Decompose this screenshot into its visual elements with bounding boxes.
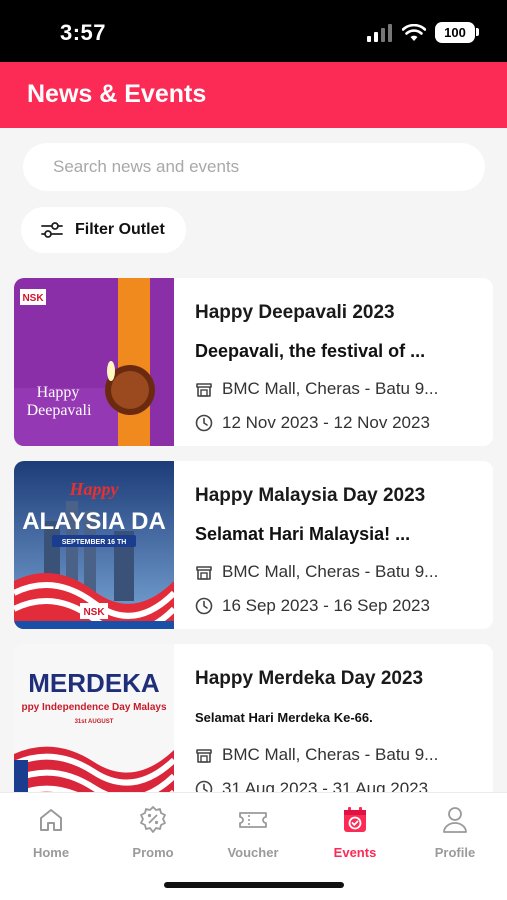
event-title: Happy Malaysia Day 2023 — [195, 485, 426, 506]
event-location-text: BMC Mall, Cheras - Batu 9... — [222, 562, 439, 581]
profile-icon — [443, 807, 467, 833]
clock-icon — [195, 780, 213, 792]
tab-home-label: Home — [32, 845, 70, 860]
event-dates-text: 31 Aug 2023 - 31 Aug 2023 — [222, 779, 429, 792]
tab-events-label: Events — [333, 845, 377, 860]
tab-profile-label: Profile — [434, 845, 476, 860]
status-icons: 100 — [367, 22, 479, 43]
status-time: 3:57 — [60, 20, 107, 45]
filter-outlet-button[interactable]: Filter Outlet — [21, 207, 186, 253]
thumb-brand: NSK — [22, 293, 44, 304]
clock-icon — [195, 597, 213, 615]
tab-profile[interactable]: Profile — [410, 803, 500, 860]
home-indicator[interactable] — [164, 882, 344, 888]
clock-icon — [195, 414, 213, 432]
search-input[interactable]: Search news and events — [23, 143, 485, 191]
page-title: News & Events — [27, 80, 207, 108]
event-card[interactable]: NSK Happy Deepavali Happy Deepavali 2023… — [14, 278, 493, 446]
app-header: News & Events — [0, 62, 507, 128]
event-dates-text: 16 Sep 2023 - 16 Sep 2023 — [222, 596, 430, 615]
event-card[interactable]: Happy ALAYSIA DA SEPTEMBER 16 TH NSK Hap… — [14, 461, 493, 629]
event-location: BMC Mall, Cheras - Batu 9... — [195, 379, 452, 399]
thumb-banner: SEPTEMBER 16 TH — [62, 539, 127, 546]
thumb-line2: Deepavali — [27, 402, 92, 419]
filter-icon — [41, 222, 63, 238]
event-location-text: BMC Mall, Cheras - Batu 9... — [222, 379, 439, 398]
event-location: BMC Mall, Cheras - Batu 9... — [195, 745, 452, 765]
thumb-script: Happy — [69, 479, 120, 499]
thumb-brand: NSK — [83, 607, 105, 618]
store-icon — [196, 566, 212, 580]
events-icon — [344, 807, 366, 832]
battery-icon: 100 — [435, 22, 479, 43]
thumb-headline: MERDEKA — [28, 668, 160, 698]
thumb-line1: ppy Independence Day Malays — [21, 702, 166, 713]
home-icon — [40, 809, 62, 831]
store-icon — [196, 383, 212, 397]
status-bar: 3:57 100 — [0, 0, 507, 62]
thumb-line2: 31st AUGUST — [75, 719, 114, 725]
event-location: BMC Mall, Cheras - Batu 9... — [195, 562, 452, 582]
signal-icon — [367, 23, 392, 42]
thumb-headline: ALAYSIA DA — [22, 508, 166, 535]
store-icon — [196, 749, 212, 763]
events-content[interactable]: Search news and events Filter Outlet NSK… — [0, 128, 507, 792]
event-location-text: BMC Mall, Cheras - Batu 9... — [222, 745, 439, 764]
search-placeholder: Search news and events — [53, 157, 240, 176]
promo-icon — [140, 806, 166, 833]
event-dates: 31 Aug 2023 - 31 Aug 2023 — [195, 779, 452, 792]
tab-promo-label: Promo — [132, 845, 174, 860]
event-thumbnail-malaysia-day: Happy ALAYSIA DA SEPTEMBER 16 TH NSK — [14, 461, 174, 629]
event-title: Happy Merdeka Day 2023 — [195, 668, 424, 689]
filter-outlet-label: Filter Outlet — [75, 221, 165, 238]
event-card[interactable]: MERDEKA ppy Independence Day Malays 31st… — [14, 644, 493, 792]
event-description: Selamat Hari Malaysia! ... — [195, 524, 411, 544]
tab-voucher[interactable]: Voucher — [208, 803, 298, 860]
event-thumbnail-deepavali: NSK Happy Deepavali — [14, 278, 174, 446]
voucher-icon — [239, 812, 267, 828]
tab-promo[interactable]: Promo — [108, 803, 198, 860]
event-thumbnail-merdeka: MERDEKA ppy Independence Day Malays 31st… — [14, 644, 174, 792]
event-dates-text: 12 Nov 2023 - 12 Nov 2023 — [222, 413, 430, 432]
event-title: Happy Deepavali 2023 — [195, 302, 395, 323]
thumb-line1: Happy — [37, 384, 80, 401]
wifi-icon — [402, 23, 426, 41]
tab-events[interactable]: Events — [310, 803, 400, 860]
tab-voucher-label: Voucher — [227, 845, 279, 860]
tab-home[interactable]: Home — [6, 803, 96, 860]
event-description: Deepavali, the festival of ... — [195, 341, 426, 361]
event-description: Selamat Hari Merdeka Ke-66. — [195, 710, 373, 725]
event-dates: 12 Nov 2023 - 12 Nov 2023 — [195, 413, 452, 433]
event-dates: 16 Sep 2023 - 16 Sep 2023 — [195, 596, 452, 616]
